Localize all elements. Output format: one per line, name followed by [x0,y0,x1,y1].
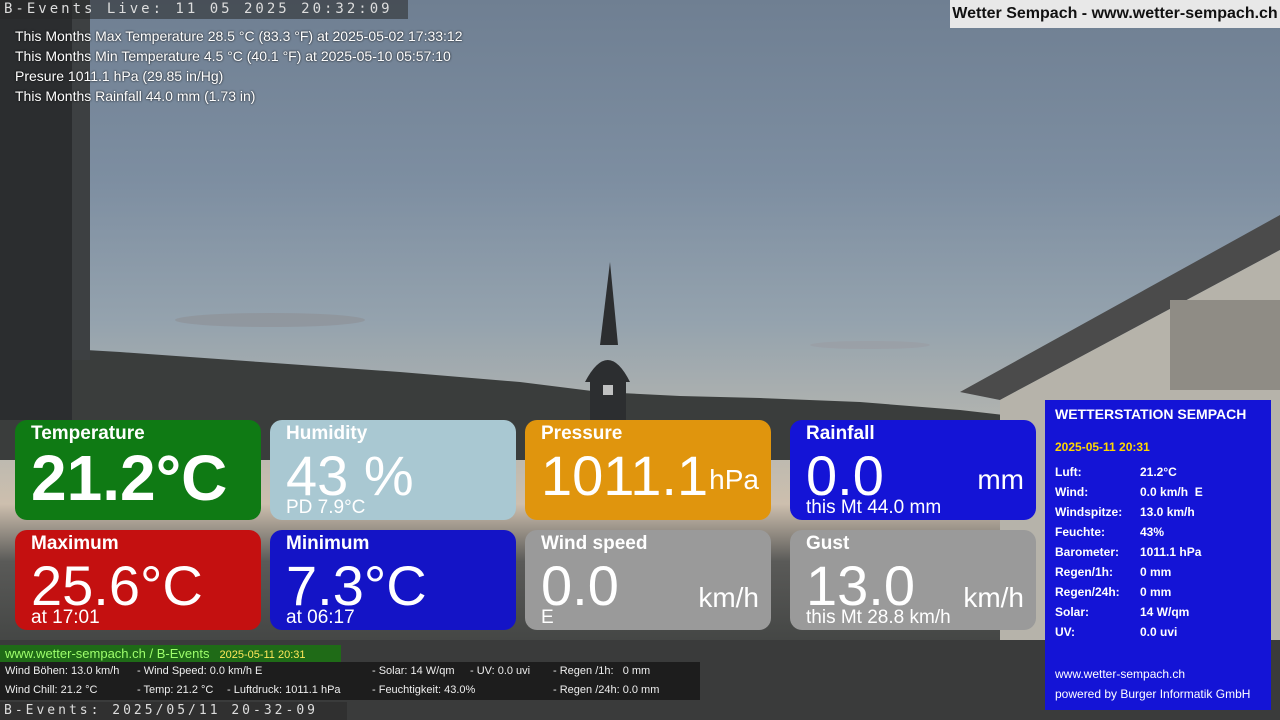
station-site-link[interactable]: www.wetter-sempach.ch [1055,664,1250,684]
maximum-tile: Maximum 25.6°C at 17:01 [15,530,261,630]
stat-min-temp: This Months Min Temperature 4.5 °C (40.1… [15,48,451,64]
tile-label: Minimum [286,533,370,554]
ticker-item: - Temp: 21.2 °C [137,684,214,696]
tile-value: 21.2°C [31,442,228,514]
row-value: 0.0 uvi [1140,625,1178,639]
data-ticker: Wind Böhen: 13.0 km/h - Wind Speed: 0.0 … [0,662,700,700]
tile-unit: hPa [709,464,759,495]
row-value: 13.0 km/h [1140,505,1195,519]
rainfall-tile: Rainfall 0.0 mm this Mt 44.0 mm [790,420,1036,520]
row-key: Barometer: [1055,545,1120,559]
stat-rainfall: This Months Rainfall 44.0 mm (1.73 in) [15,88,256,104]
station-row: UV: 0.0 uvi [1055,622,1261,642]
ticker-item: - Regen /1h: 0 mm [553,665,651,677]
row-key: Windspitze: [1055,505,1123,519]
station-row: Regen/1h: 0 mm [1055,562,1261,582]
station-row: Barometer: 1011.1 hPa [1055,542,1261,562]
tile-label: Maximum [31,533,119,554]
ticker-item: - Wind Speed: 0.0 km/h E [137,665,263,677]
tile-unit: km/h [963,582,1024,613]
station-row: Feuchte: 43% [1055,522,1261,542]
station-footer: www.wetter-sempach.ch powered by Burger … [1055,664,1250,704]
tile-sub: E [541,607,554,628]
tile-label: Rainfall [806,423,875,444]
row-key: Feuchte: [1055,525,1106,539]
camera-footer: B-Events: 2025/05/11 20-32-09 [0,702,347,720]
tile-unit: mm [977,464,1024,495]
tile-unit: km/h [698,582,759,613]
row-value: 1011.1 hPa [1140,545,1202,559]
row-key: UV: [1055,625,1076,639]
tile-sub: this Mt 44.0 mm [806,497,942,518]
site-bar-date: 2025-05-11 20:31 [219,649,306,661]
tile-sub: at 17:01 [31,607,100,628]
tile-sub: this Mt 28.8 km/h [806,607,951,628]
tile-sub: PD 7.9°C [286,497,366,518]
station-row: Wind: 0.0 km/h E [1055,482,1261,502]
site-bar-link[interactable]: www.wetter-sempach.ch / B-Events [5,646,209,661]
site-brand: Wetter Sempach - www.wetter-sempach.ch [950,0,1280,28]
row-value: 21.2°C [1140,465,1177,479]
gust-tile: Gust 13.0 km/h this Mt 28.8 km/h [790,530,1036,630]
pressure-tile: Pressure 1011.1 hPa [525,420,771,520]
monthly-stats: This Months Max Temperature 28.5 °C (83.… [15,26,463,106]
ticker-item: - UV: 0.0 uvi [470,665,531,677]
ticker-item: - Solar: 14 W/qm [372,665,455,677]
tile-label: Gust [806,533,850,554]
row-key: Regen/24h: [1055,585,1120,599]
row-value: 0 mm [1140,585,1172,599]
stat-pressure: Presure 1011.1 hPa (29.85 in/Hg) [15,68,224,84]
minimum-tile: Minimum 7.3°C at 06:17 [270,530,516,630]
row-key: Luft: [1055,465,1082,479]
row-value: 0 mm [1140,565,1172,579]
stat-max-temp: This Months Max Temperature 28.5 °C (83.… [15,28,463,44]
tile-sub: at 06:17 [286,607,355,628]
station-row: Solar: 14 W/qm [1055,602,1261,622]
station-powered-by: powered by Burger Informatik GmbH [1055,687,1251,701]
row-key: Solar: [1055,605,1090,619]
ticker-item: - Regen /24h: 0.0 mm [553,684,660,696]
tile-label: Wind speed [541,533,648,554]
station-date: 2025-05-11 20:31 [1055,440,1150,454]
station-title: WETTERSTATION SEMPACH [1055,406,1247,422]
ticker-item: - Feuchtigkeit: 43.0% [372,684,476,696]
ticker-item: - Luftdruck: 1011.1 hPa [227,684,341,696]
ticker-item: Wind Chill: 21.2 °C [5,684,98,696]
camera-title: B-Events Live: 11 05 2025 20:32:09 [0,0,408,19]
station-row: Luft: 21.2°C [1055,462,1261,482]
tile-label: Pressure [541,423,623,444]
row-key: Wind: [1055,485,1089,499]
temperature-tile: Temperature 21.2°C [15,420,261,520]
wind-speed-tile: Wind speed 0.0 km/h E [525,530,771,630]
row-value: 0.0 km/h E [1140,485,1203,499]
humidity-tile: Humidity 43 % PD 7.9°C [270,420,516,520]
station-panel: WETTERSTATION SEMPACH 2025-05-11 20:31 L… [1045,400,1271,710]
ticker-item: Wind Böhen: 13.0 km/h [5,665,120,677]
row-value: 43% [1140,525,1165,539]
site-bar: www.wetter-sempach.ch / B-Events 2025-05-… [0,645,341,662]
row-value: 14 W/qm [1140,605,1190,619]
station-row: Windspitze: 13.0 km/h [1055,502,1261,522]
station-row: Regen/24h: 0 mm [1055,582,1261,602]
row-key: Regen/1h: [1055,565,1114,579]
tile-label: Humidity [286,423,368,444]
